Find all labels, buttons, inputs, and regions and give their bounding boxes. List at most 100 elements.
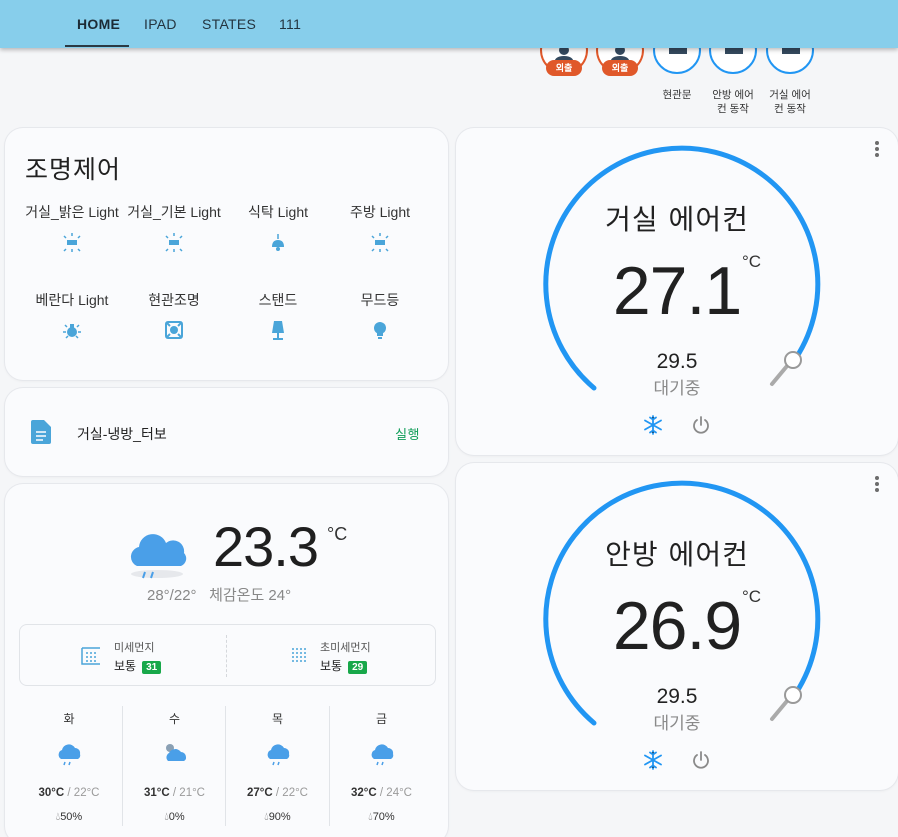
light-stand[interactable]: 스탠드: [227, 290, 329, 342]
snowflake-icon: [644, 415, 662, 435]
forecast-high: 30°C: [38, 787, 65, 799]
climate-current-temp: 27.1: [612, 253, 742, 329]
forecast-low: 21°C: [179, 787, 205, 799]
run-script-button[interactable]: 실행: [395, 424, 420, 443]
forecast-rain: 💧︎50%: [17, 811, 121, 824]
air-quality-box: 미세먼지 보통 31 초미세먼지 보통 29: [19, 624, 436, 686]
climate-unit: °C: [742, 587, 762, 606]
climate-current-temp: 26.9: [612, 588, 742, 664]
script-file-icon: [31, 420, 51, 444]
light-living-default[interactable]: 거실_기본 Light: [123, 202, 225, 254]
away-state-pill: 외출: [546, 60, 582, 76]
tab-home[interactable]: HOME: [77, 0, 120, 48]
forecast-weekday: 목: [271, 712, 284, 726]
forecast-rain-chance: 50%: [60, 811, 83, 823]
pm25-value: 보통 29: [320, 657, 368, 674]
current-temperature: 23.3: [213, 515, 319, 578]
badge-label-living-ac: 거실 에어 컨 동작: [769, 89, 811, 115]
badge-label-door: 현관문: [662, 89, 692, 101]
tab-ipad[interactable]: IPAD: [144, 0, 177, 48]
light-veranda[interactable]: 베란다 Light: [21, 290, 123, 342]
forecast-low: 22°C: [73, 787, 100, 799]
fine-dust-icon: [292, 648, 306, 662]
snowflake-icon: [644, 750, 662, 770]
light-label: 식탁 Light: [247, 204, 308, 220]
more-options-icon[interactable]: [872, 140, 882, 158]
forecast-rain-chance: 0%: [168, 811, 185, 823]
climate-status: 대기중: [653, 714, 701, 734]
forecast-day: 화 30°C / 22°C 💧︎50%: [17, 706, 121, 826]
rainy-cloud-icon: [58, 744, 81, 766]
forecast-day: 수 31°C / 21°C 💧︎0%: [122, 706, 226, 826]
top-app-bar: HOME IPAD STATES 111: [0, 0, 898, 48]
light-label: 무드등: [360, 292, 400, 308]
forecast-temps: 30°C / 22°C: [38, 787, 100, 799]
ceiling-light-icon: [63, 233, 81, 252]
active-tab-indicator: [65, 45, 129, 47]
forecast-weekday: 화: [63, 712, 75, 726]
forecast-rain-chance: 90%: [268, 811, 291, 823]
cool-mode-button[interactable]: [640, 747, 666, 773]
forecast-weekday: 수: [168, 712, 181, 726]
partly-cloudy-icon: [165, 744, 186, 761]
light-label: 거실_밝은 Light: [25, 204, 119, 220]
light-label: 주방 Light: [349, 204, 410, 220]
light-living-bright[interactable]: 거실_밝은 Light: [21, 202, 123, 254]
floor-lamp-icon: [272, 321, 284, 340]
forecast-rain: 💧︎70%: [330, 811, 433, 824]
lights-card: 조명제어 거실_밝은 Light 거실_기본 Light 식탁 Light 주방…: [5, 128, 448, 380]
high-low: 28°/22°: [147, 587, 197, 604]
rainy-cloud-icon: [267, 744, 289, 766]
forecast-low: 24°C: [386, 787, 412, 799]
spotlight-icon: [165, 321, 183, 339]
pm25-number: 29: [348, 661, 368, 674]
climate-target-temp: 29.5: [656, 350, 698, 373]
forecast-day: 목 27°C / 22°C 💧︎90%: [225, 706, 329, 826]
climate-name: 안방 에어컨: [605, 538, 749, 571]
tab-111[interactable]: 111: [279, 0, 301, 48]
forecast-low: 22°C: [282, 787, 308, 799]
pm10-value: 보통 31: [114, 657, 162, 674]
power-button[interactable]: [688, 412, 714, 438]
light-kitchen[interactable]: 주방 Light: [329, 202, 431, 254]
climate-unit: °C: [742, 252, 762, 271]
rainy-cloud-icon: [371, 744, 393, 766]
weather-card: 23.3 °C 28°/22° 체감온도 24° 미세먼지 보통 31 초미세먼지…: [5, 484, 448, 837]
forecast-high: 32°C: [351, 787, 377, 799]
pm10-status: 보통: [114, 659, 137, 673]
pm10-label: 미세먼지: [114, 642, 155, 654]
feels-like: 체감온도 24°: [209, 587, 292, 604]
lightbulb-icon: [374, 322, 386, 339]
power-icon: [693, 416, 709, 434]
high-low-feels: 28°/22° 체감온도 24°: [147, 584, 291, 605]
forecast-day: 금 32°C / 24°C 💧︎70%: [329, 706, 433, 826]
bedroom-ac-card: 안방 에어컨 26.9 °C 29.5 대기중: [456, 463, 898, 790]
dust-icon: [81, 647, 100, 665]
climate-status: 대기중: [653, 379, 701, 399]
light-entrance[interactable]: 현관조명: [123, 290, 225, 342]
power-button[interactable]: [688, 747, 714, 773]
cool-mode-button[interactable]: [640, 412, 666, 438]
forecast-rain: 💧︎90%: [226, 811, 329, 824]
light-label: 베란다 Light: [35, 292, 109, 308]
badge-label-bedroom-ac: 안방 에어 컨 동작: [712, 89, 754, 115]
climate-name: 거실 에어컨: [605, 203, 749, 236]
tab-states[interactable]: STATES: [202, 0, 256, 48]
air-divider: [226, 635, 227, 677]
pm10-number: 31: [142, 661, 162, 674]
more-options-icon[interactable]: [872, 475, 882, 493]
card-title: 조명제어: [25, 155, 122, 184]
light-label: 현관조명: [148, 292, 200, 308]
light-dining[interactable]: 식탁 Light: [227, 202, 329, 254]
power-icon: [693, 751, 709, 769]
away-state-pill: 외출: [602, 60, 638, 76]
light-label: 거실_기본 Light: [127, 204, 221, 220]
temperature-unit: °C: [327, 524, 348, 544]
pm25-label: 초미세먼지: [320, 642, 371, 654]
ceiling-light-icon: [371, 233, 389, 252]
forecast-rain-chance: 70%: [372, 811, 395, 823]
climate-target-temp: 29.5: [656, 685, 698, 708]
forecast-weekday: 금: [375, 712, 388, 726]
pm25-status: 보통: [320, 659, 343, 673]
light-mood[interactable]: 무드등: [329, 290, 431, 342]
